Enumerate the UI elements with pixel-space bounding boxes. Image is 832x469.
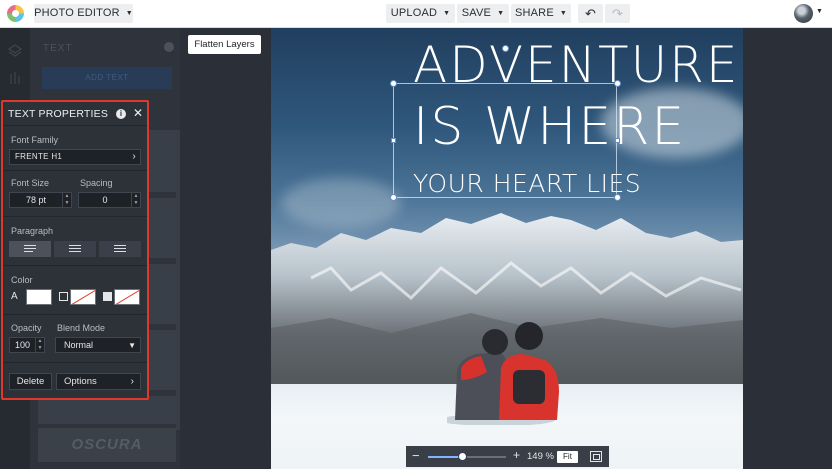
save-button[interactable]: SAVE ▼ (457, 4, 509, 23)
opacity-label: Opacity (11, 323, 42, 333)
photo-editor-menu-label: PHOTO EDITOR (34, 7, 120, 19)
divider (3, 362, 147, 363)
caret-down-icon: ▼ (125, 10, 133, 17)
chevron-right-icon: › (132, 151, 136, 162)
resize-handle[interactable] (390, 194, 397, 201)
stepper-arrows-icon[interactable]: ▲ ▼ (62, 193, 71, 207)
zoom-level: 149 % (527, 451, 554, 462)
divider (3, 216, 147, 217)
divider (3, 314, 147, 315)
blend-mode-value: Normal (64, 340, 94, 350)
color-label: Color (11, 275, 33, 285)
align-right-button[interactable] (99, 241, 141, 257)
font-size-value: 78 pt (25, 195, 47, 205)
no-color-slash-icon (115, 290, 139, 304)
font-family-label: Font Family (11, 135, 59, 145)
opacity-value: 100 (14, 340, 31, 350)
resize-handle[interactable] (614, 194, 621, 201)
caret-down-icon: ▼ (443, 10, 451, 17)
background-color-swatch[interactable] (114, 289, 140, 305)
fit-button[interactable]: Fit (557, 451, 578, 463)
opacity-stepper[interactable]: 100 ▲ ▼ (9, 337, 45, 353)
resize-handle[interactable] (615, 138, 620, 143)
chevron-right-icon: › (130, 376, 134, 387)
align-center-button[interactable] (54, 241, 96, 257)
resize-handle[interactable] (391, 138, 396, 143)
app-logo-icon[interactable] (7, 5, 24, 22)
undo-icon: ↶ (585, 6, 596, 21)
align-center-icon (69, 245, 81, 254)
font-size-label: Font Size (11, 178, 50, 188)
spacing-value: 0 (102, 195, 108, 205)
zoom-slider-handle[interactable] (458, 452, 468, 461)
font-size-stepper[interactable]: 78 pt ▲ ▼ (9, 192, 72, 208)
panel-title: TEXT PROPERTIES (8, 108, 109, 120)
resize-handle[interactable] (614, 80, 621, 87)
text-panel-heading: TEXT (43, 43, 73, 54)
resize-handle[interactable] (390, 80, 397, 87)
caret-down-icon: ▼ (497, 10, 505, 17)
rotate-handle[interactable] (502, 45, 509, 52)
stepper-arrows-icon[interactable]: ▲ ▼ (35, 338, 44, 352)
text-color-swatch[interactable] (26, 289, 52, 305)
text-color-letter: A (11, 291, 18, 302)
stroke-icon (59, 292, 68, 301)
couple-figures (447, 322, 559, 425)
zoom-bar: − + 149 % Fit (406, 446, 609, 467)
font-family-select[interactable]: FRENTE H1 › (9, 149, 141, 165)
close-icon[interactable]: ✕ (133, 106, 143, 120)
align-left-icon (24, 245, 36, 254)
panel-scrollbar[interactable] (176, 130, 180, 430)
share-button-label: SHARE (514, 7, 554, 19)
upload-button[interactable]: UPLOAD ▼ (386, 4, 455, 23)
chevron-down-icon: ▼ (128, 341, 136, 350)
save-button-label: SAVE (461, 7, 492, 19)
align-left-button[interactable] (9, 241, 51, 257)
caret-down-icon[interactable]: ▼ (816, 8, 823, 15)
background-fill-icon (103, 292, 112, 301)
undo-button[interactable]: ↶ (578, 4, 603, 23)
right-workspace (743, 28, 832, 469)
text-properties-panel: TEXT PROPERTIES i ✕ Font Family FRENTE H… (1, 100, 149, 400)
spacing-stepper[interactable]: 0 ▲ ▼ (78, 192, 141, 208)
blend-mode-label: Blend Mode (57, 323, 106, 333)
flatten-layers-button[interactable]: Flatten Layers (188, 35, 261, 54)
upload-button-label: UPLOAD (390, 7, 438, 19)
share-button[interactable]: SHARE ▼ (511, 4, 571, 23)
zoom-out-icon[interactable]: − (412, 448, 420, 463)
text-preset-oscura[interactable]: OSCURA (38, 428, 176, 462)
options-button[interactable]: Options › (56, 373, 141, 390)
redo-button[interactable]: ↷ (605, 4, 630, 23)
caret-down-icon: ▼ (559, 10, 568, 17)
spacing-label: Spacing (80, 178, 113, 188)
text-preset-thumb[interactable] (38, 396, 176, 424)
info-icon[interactable] (164, 42, 174, 52)
photo-editor-menu[interactable]: PHOTO EDITOR ▼ (34, 4, 133, 23)
options-button-label: Options (64, 376, 97, 387)
add-text-button[interactable]: ADD TEXT (42, 67, 172, 89)
blend-mode-select[interactable]: Normal ▼ (55, 337, 141, 353)
font-family-value: FRENTE H1 (15, 152, 63, 161)
no-color-slash-icon (71, 290, 95, 304)
divider (3, 125, 147, 126)
photo-canvas[interactable]: ADVENTURE IS WHERE YOUR HEART LIES (271, 28, 743, 469)
user-avatar[interactable] (794, 4, 813, 23)
fullscreen-icon[interactable] (590, 451, 602, 462)
delete-button[interactable]: Delete (9, 373, 52, 390)
info-icon[interactable]: i (116, 109, 126, 119)
top-toolbar: PHOTO EDITOR ▼ UPLOAD ▼ SAVE ▼ SHARE ▼ ↶ ↷ ▼ (0, 0, 832, 28)
divider (3, 170, 147, 171)
divider (3, 265, 147, 266)
paragraph-label: Paragraph (11, 226, 54, 236)
align-right-icon (114, 245, 126, 254)
stroke-color-swatch[interactable] (70, 289, 96, 305)
stepper-arrows-icon[interactable]: ▲ ▼ (131, 193, 140, 207)
redo-icon: ↷ (612, 6, 623, 21)
text-selection-box[interactable] (393, 83, 617, 198)
zoom-in-icon[interactable]: + (513, 448, 520, 462)
